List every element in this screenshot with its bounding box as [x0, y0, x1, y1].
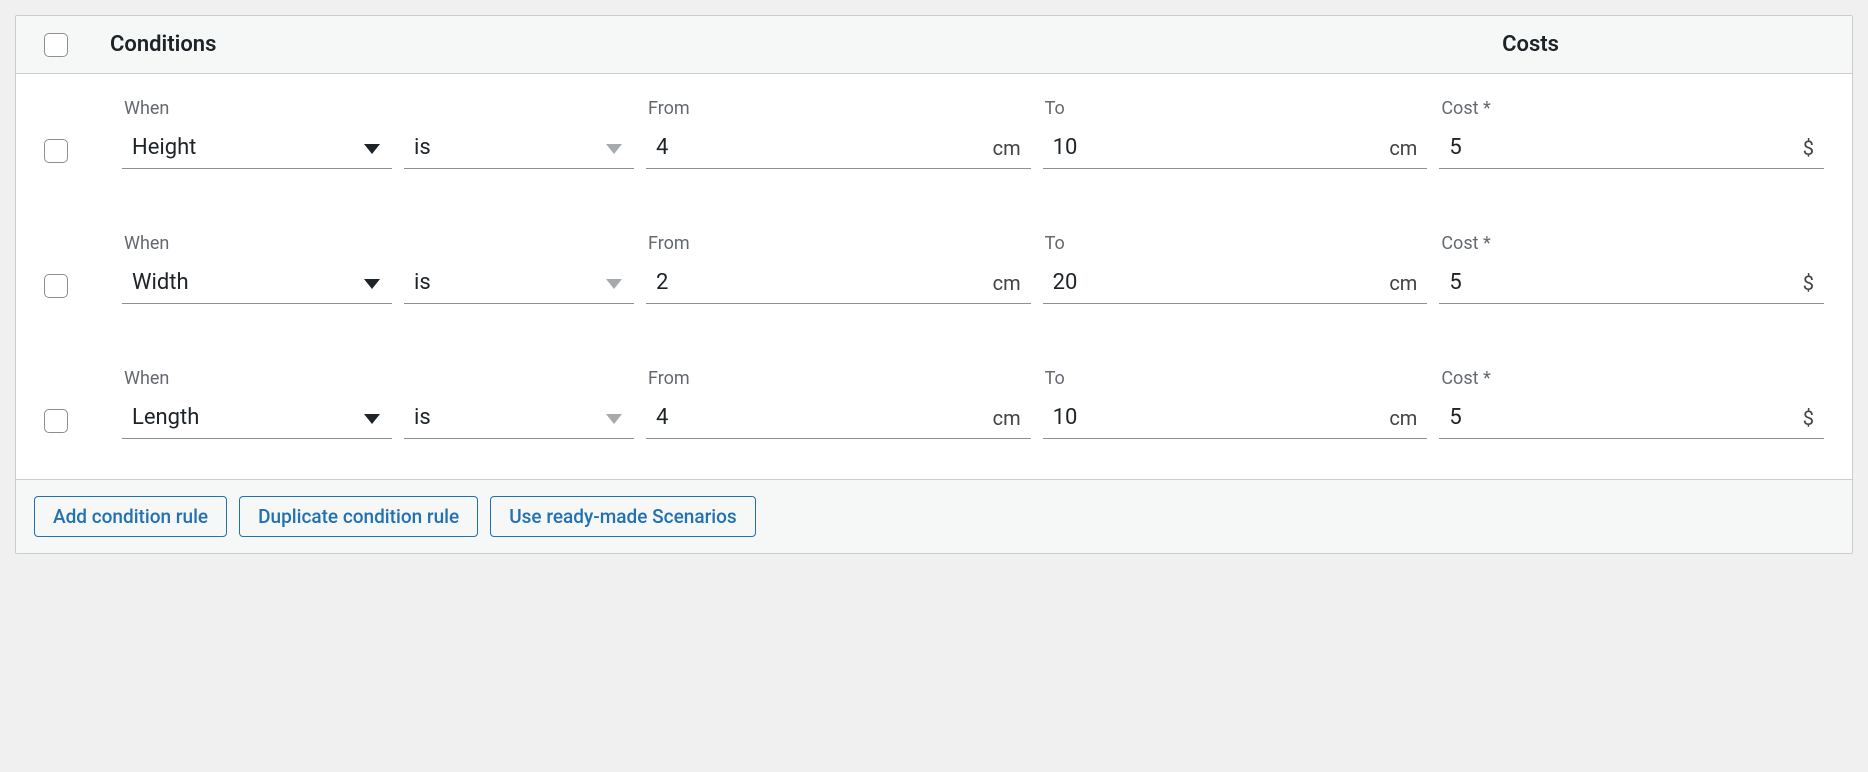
row-checkbox-wrap: [44, 274, 110, 304]
to-label: To: [1043, 233, 1428, 254]
cost-input-wrap: $: [1439, 129, 1824, 169]
unit-cm: cm: [985, 136, 1027, 160]
cost-input-wrap: $: [1439, 399, 1824, 439]
chevron-down-icon: [364, 405, 388, 430]
when-label: When: [122, 368, 392, 389]
operator-value: is: [414, 405, 431, 430]
chevron-down-icon: [606, 135, 630, 160]
rule-row: When Height is From: [16, 74, 1852, 209]
row-checkbox-wrap: [44, 409, 110, 439]
from-input[interactable]: [656, 135, 985, 160]
to-label: To: [1043, 368, 1428, 389]
when-field-group: When Length: [122, 368, 392, 439]
from-field-group: From cm: [646, 233, 1031, 304]
when-select[interactable]: Length: [122, 399, 392, 439]
cost-label: Cost *: [1439, 98, 1824, 119]
from-label: From: [646, 98, 1031, 119]
row-checkbox-wrap: [44, 139, 110, 169]
operator-value: is: [414, 135, 431, 160]
from-input-wrap: cm: [646, 399, 1031, 439]
when-field-group: When Width: [122, 233, 392, 304]
from-input[interactable]: [656, 270, 985, 295]
ready-made-scenarios-button[interactable]: Use ready-made Scenarios: [490, 496, 755, 537]
operator-field-group: is: [404, 368, 634, 439]
chevron-down-icon: [606, 405, 630, 430]
add-condition-rule-button[interactable]: Add condition rule: [34, 496, 227, 537]
operator-label: [404, 368, 634, 389]
cost-label: Cost *: [1439, 233, 1824, 254]
operator-label: [404, 98, 634, 119]
chevron-down-icon: [364, 135, 388, 160]
to-input[interactable]: [1053, 135, 1382, 160]
operator-label: [404, 233, 634, 254]
cost-label: Cost *: [1439, 368, 1824, 389]
cost-input[interactable]: [1449, 135, 1794, 160]
duplicate-condition-rule-button[interactable]: Duplicate condition rule: [239, 496, 478, 537]
from-field-group: From cm: [646, 368, 1031, 439]
to-input[interactable]: [1053, 270, 1382, 295]
operator-select[interactable]: is: [404, 129, 634, 169]
when-field-group: When Height: [122, 98, 392, 169]
select-all-checkbox[interactable]: [44, 33, 68, 57]
row-checkbox[interactable]: [44, 409, 68, 433]
from-label: From: [646, 233, 1031, 254]
row-checkbox[interactable]: [44, 139, 68, 163]
costs-column-header: Costs: [1502, 32, 1824, 57]
unit-cm: cm: [1381, 406, 1423, 430]
from-field-group: From cm: [646, 98, 1031, 169]
cost-field-group: Cost * $: [1439, 233, 1824, 304]
table-header: Conditions Costs: [16, 16, 1852, 74]
to-label: To: [1043, 98, 1428, 119]
to-input-wrap: cm: [1043, 399, 1428, 439]
from-input[interactable]: [656, 405, 985, 430]
table-footer: Add condition rule Duplicate condition r…: [16, 479, 1852, 553]
cost-input[interactable]: [1449, 405, 1794, 430]
to-field-group: To cm: [1043, 368, 1428, 439]
cost-field-group: Cost * $: [1439, 368, 1824, 439]
unit-cm: cm: [1381, 271, 1423, 295]
operator-field-group: is: [404, 233, 634, 304]
to-field-group: To cm: [1043, 98, 1428, 169]
cost-input-wrap: $: [1439, 264, 1824, 304]
when-label: When: [122, 98, 392, 119]
conditions-table: Conditions Costs When Height: [15, 15, 1853, 554]
rule-row: When Width is From: [16, 209, 1852, 344]
when-select[interactable]: Width: [122, 264, 392, 304]
operator-field-group: is: [404, 98, 634, 169]
chevron-down-icon: [364, 270, 388, 295]
rule-row: When Length is From: [16, 344, 1852, 479]
to-field-group: To cm: [1043, 233, 1428, 304]
cost-input[interactable]: [1449, 270, 1794, 295]
unit-cm: cm: [985, 271, 1027, 295]
when-value: Length: [132, 405, 199, 430]
from-input-wrap: cm: [646, 264, 1031, 304]
operator-value: is: [414, 270, 431, 295]
from-input-wrap: cm: [646, 129, 1031, 169]
unit-currency: $: [1795, 406, 1820, 430]
rules-body: When Height is From: [16, 74, 1852, 479]
unit-currency: $: [1795, 271, 1820, 295]
when-select[interactable]: Height: [122, 129, 392, 169]
operator-select[interactable]: is: [404, 399, 634, 439]
to-input-wrap: cm: [1043, 264, 1428, 304]
operator-select[interactable]: is: [404, 264, 634, 304]
when-value: Width: [132, 270, 189, 295]
chevron-down-icon: [606, 270, 630, 295]
cost-field-group: Cost * $: [1439, 98, 1824, 169]
when-label: When: [122, 233, 392, 254]
unit-currency: $: [1795, 136, 1820, 160]
unit-cm: cm: [1381, 136, 1423, 160]
when-value: Height: [132, 135, 196, 160]
from-label: From: [646, 368, 1031, 389]
to-input[interactable]: [1053, 405, 1382, 430]
unit-cm: cm: [985, 406, 1027, 430]
conditions-column-header: Conditions: [110, 32, 216, 57]
to-input-wrap: cm: [1043, 129, 1428, 169]
row-checkbox[interactable]: [44, 274, 68, 298]
